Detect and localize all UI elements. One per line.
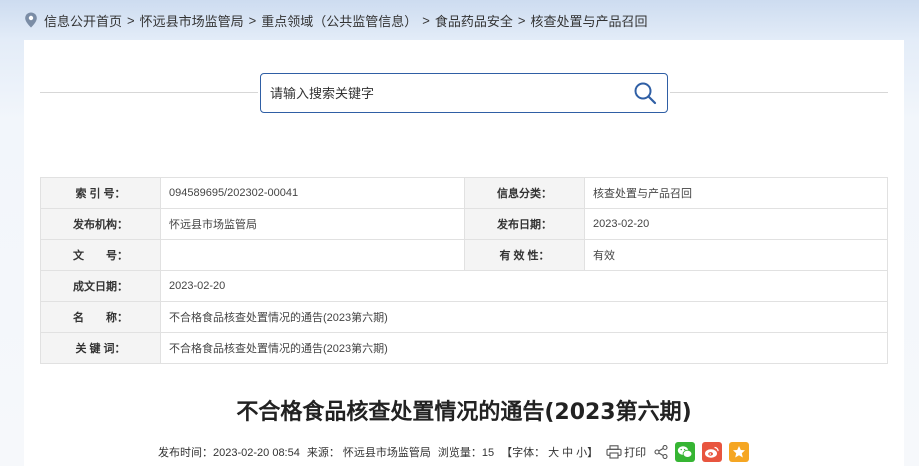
article-title: 不合格食品核查处置情况的通告(2023第六期) [236, 400, 692, 425]
search-button[interactable] [623, 74, 667, 112]
created-date-value: 2023-02-20 [160, 270, 888, 302]
printer-icon [606, 445, 622, 459]
breadcrumb-food-drug[interactable]: 食品药品安全 [435, 11, 513, 30]
category-label: 信息分类： [464, 177, 585, 209]
wechat-icon [677, 446, 693, 458]
table-row: 成文日期： 2023-02-20 [40, 270, 888, 302]
document-metadata-table: 索 引 号： 094589695/202302-00041 信息分类： 核查处置… [40, 177, 888, 364]
font-size-label: 【字体： [501, 447, 546, 459]
publisher-value: 怀远县市场监管局 [160, 208, 465, 240]
breadcrumb-home[interactable]: 信息公开首页 [44, 11, 122, 30]
favorite-button[interactable] [729, 442, 750, 462]
index-value: 094589695/202302-00041 [160, 177, 465, 209]
weibo-share-button[interactable] [702, 442, 723, 462]
wechat-share-button[interactable] [675, 442, 696, 462]
print-label: 打印 [624, 447, 647, 459]
publish-time: 发布时间：2023-02-20 08:54 [158, 447, 300, 459]
keywords-label: 关 键 词： [40, 332, 161, 364]
breadcrumb-bureau[interactable]: 怀远县市场监管局 [140, 11, 244, 30]
validity-label: 有 效 性： [464, 239, 585, 271]
table-row: 索 引 号： 094589695/202302-00041 信息分类： 核查处置… [40, 177, 888, 209]
share-button[interactable] [654, 445, 668, 459]
breadcrumb-separator: > [422, 12, 430, 28]
table-row: 名 称： 不合格食品核查处置情况的通告(2023第六期) [40, 301, 888, 333]
name-value: 不合格食品核查处置情况的通告(2023第六期) [160, 301, 888, 333]
weibo-icon [705, 446, 719, 458]
publish-date-value: 2023-02-20 [584, 208, 888, 240]
breadcrumb-separator: > [248, 12, 257, 28]
view-count: 浏览量：15 [437, 447, 495, 459]
font-size-large[interactable]: 大 [548, 444, 559, 460]
breadcrumb: 信息公开首页 > 怀远县市场监管局 > 重点领域（公共监管信息） > 食品药品安… [24, 10, 647, 30]
table-row: 关 键 词： 不合格食品核查处置情况的通告(2023第六期) [40, 332, 888, 364]
table-row: 文 号： 有 效 性： 有效 [40, 239, 888, 271]
table-row: 发布机构： 怀远县市场监管局 发布日期： 2023-02-20 [40, 208, 888, 240]
breadcrumb-current[interactable]: 核查处置与产品召回 [530, 11, 647, 30]
search-divider-left [40, 92, 258, 93]
share-icon [654, 445, 668, 459]
search-box [260, 73, 668, 113]
index-label: 索 引 号： [40, 177, 161, 209]
print-button[interactable]: 打印 [606, 444, 646, 460]
breadcrumb-separator: > [127, 12, 135, 28]
created-date-label: 成文日期： [40, 270, 161, 302]
name-label: 名 称： [40, 301, 161, 333]
breadcrumb-key-areas[interactable]: 重点领域（公共监管信息） [261, 11, 417, 30]
content-panel: 索 引 号： 094589695/202302-00041 信息分类： 核查处置… [24, 40, 904, 466]
location-pin-icon [25, 12, 37, 28]
star-icon [733, 446, 746, 458]
article-source: 来源： 怀远县市场监管局 [306, 447, 431, 459]
doc-number-value [160, 239, 465, 271]
search-divider-right [670, 92, 888, 93]
article-info-bar: 发布时间：2023-02-20 08:54 来源： 怀远县市场监管局 浏览量：1… [158, 440, 750, 464]
search-icon [634, 82, 657, 105]
font-size-small[interactable]: 小 [576, 444, 587, 460]
category-value: 核查处置与产品召回 [584, 177, 888, 209]
publisher-label: 发布机构： [40, 208, 161, 240]
validity-value: 有效 [584, 239, 888, 271]
publish-date-label: 发布日期： [464, 208, 585, 240]
font-size-medium[interactable]: 中 [562, 444, 573, 460]
breadcrumb-separator: > [517, 12, 526, 28]
keywords-value: 不合格食品核查处置情况的通告(2023第六期) [160, 332, 888, 364]
search-input[interactable] [261, 74, 623, 112]
font-size-close: 】 [587, 447, 599, 459]
doc-number-label: 文 号： [40, 239, 161, 271]
